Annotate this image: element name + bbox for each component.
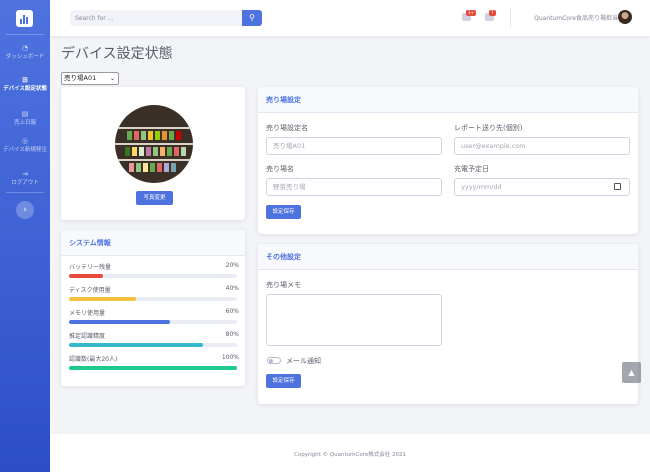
report-email-input[interactable] <box>454 137 630 155</box>
photo-card: 写真変更 <box>61 87 245 220</box>
other-settings-card: その他設定 売り場メモ メール通知 設定保存 <box>258 244 638 404</box>
sidebar-item-label: ログアウト <box>11 180 39 186</box>
progress-track <box>69 343 237 347</box>
charge-date-label: 充電予定日 <box>454 165 489 173</box>
footer: Copyright © QuantumCore株式会社 2021 <box>50 434 650 472</box>
sidebar-toggle-button[interactable]: › <box>16 201 34 219</box>
card-header: その他設定 <box>258 244 638 270</box>
topbar-divider <box>510 8 511 28</box>
chevron-down-icon: ⌄ <box>109 75 115 82</box>
store-memo-textarea[interactable] <box>266 294 442 346</box>
alerts-button[interactable]: 3+ <box>462 10 476 21</box>
chevron-right-icon: › <box>23 205 27 215</box>
store-label: 売り場名 <box>266 165 294 173</box>
sidebar-item-dashboard[interactable]: ◔ ダッシュボード <box>0 44 50 61</box>
progress-track <box>69 366 237 370</box>
store-name-input[interactable] <box>266 137 442 155</box>
messages-badge: 7 <box>489 10 496 16</box>
search-input[interactable] <box>70 10 242 26</box>
search-icon: ⚲ <box>249 13 255 22</box>
calendar-icon[interactable] <box>614 183 621 190</box>
scroll-to-top-button[interactable]: ▲ <box>622 362 641 383</box>
store-select-value: 売り場A01 <box>64 74 97 82</box>
sidebar-item-daily-sales[interactable]: ▤ 売上日報 <box>0 110 50 127</box>
sidebar-item-logout[interactable]: ⇥ ログアウト <box>0 170 50 187</box>
user-name[interactable]: QuantumCore食品売り場担当 <box>534 13 618 22</box>
sidebar-item-new-device-order[interactable]: ◎ デバイス新規発注 <box>0 137 50 154</box>
sidebar-item-device-settings[interactable]: ⊞ デバイス設定状態 <box>0 76 50 93</box>
save-store-settings-button[interactable]: 設定保存 <box>266 205 301 219</box>
store-settings-card: 売り場設定 売り場設定名 レポート送り先(個別) 売り場名 充電予定日 設定保存 <box>258 87 638 234</box>
system-info-label: バッテリー残量 <box>69 264 112 271</box>
chevron-up-icon: ▲ <box>628 368 635 377</box>
sidebar-item-label: デバイス設定状態 <box>3 86 47 92</box>
card-header: 売り場設定 <box>258 87 638 113</box>
progress-track <box>69 320 237 324</box>
progress-fill <box>69 297 137 301</box>
change-photo-button[interactable]: 写真変更 <box>136 191 173 205</box>
alerts-badge: 3+ <box>466 10 476 16</box>
report-email-label: レポート送り先(個別) <box>454 124 523 132</box>
progress-fill <box>69 343 204 347</box>
sidebar: ◔ ダッシュボード ⊞ デバイス設定状態 ▤ 売上日報 ◎ デバイス新規発注 ⇥… <box>0 0 50 472</box>
broadcast-icon: ◎ <box>21 137 29 145</box>
bar-chart-logo-icon[interactable] <box>16 10 33 27</box>
progress-fill <box>69 274 103 278</box>
sidebar-divider <box>6 192 44 193</box>
messages-button[interactable]: 7 <box>485 10 496 21</box>
system-info-label: 推定認識精度 <box>69 333 106 340</box>
store-input[interactable] <box>266 178 442 196</box>
switch-knob <box>269 359 273 363</box>
system-info-percent: 60% <box>225 308 239 315</box>
store-memo-label: 売り場メモ <box>266 281 301 289</box>
system-info-percent: 40% <box>225 285 239 292</box>
progress-fill <box>69 320 170 324</box>
sitemap-icon: ⊞ <box>22 76 28 84</box>
system-info-label: メモリ使用量 <box>69 310 106 317</box>
receipt-icon: ▤ <box>21 110 29 118</box>
system-info-percent: 80% <box>225 331 239 338</box>
avatar[interactable] <box>618 10 632 24</box>
card-header: システム情報 <box>61 230 245 256</box>
system-info-label: ディスク使用量 <box>69 287 111 294</box>
topbar: ⚲ 3+ 7 QuantumCore食品売り場担当 <box>50 0 650 36</box>
progress-track <box>69 274 237 278</box>
sidebar-item-label: ダッシュボード <box>5 54 45 60</box>
sidebar-item-label: 売上日報 <box>13 120 36 126</box>
save-other-settings-button[interactable]: 設定保存 <box>266 374 301 388</box>
search-button[interactable]: ⚲ <box>242 10 262 26</box>
system-info-label: 認識数(最大20人) <box>69 356 118 363</box>
page-title: デバイス設定状態 <box>61 46 173 62</box>
mail-notification-label: メール通知 <box>286 357 321 365</box>
mail-notification-switch[interactable] <box>267 357 281 364</box>
copyright-text: Copyright © QuantumCore株式会社 2021 <box>293 452 407 458</box>
sidebar-divider <box>6 34 44 35</box>
system-info-percent: 100% <box>221 354 239 361</box>
system-info-percent: 20% <box>225 262 239 269</box>
system-info-card: システム情報 バッテリー残量 20% ディスク使用量 40% メモリ使用量 60% 推定認識… <box>61 230 245 386</box>
store-name-label: 売り場設定名 <box>266 124 308 132</box>
store-photo <box>115 105 193 183</box>
progress-fill <box>69 366 237 370</box>
sidebar-item-label: デバイス新規発注 <box>3 147 47 153</box>
progress-track <box>69 297 237 301</box>
charge-date-input[interactable] <box>454 178 630 196</box>
store-select[interactable]: 売り場A01 ⌄ <box>61 72 119 85</box>
gauge-icon: ◔ <box>21 44 29 52</box>
logout-icon: ⇥ <box>22 170 28 178</box>
